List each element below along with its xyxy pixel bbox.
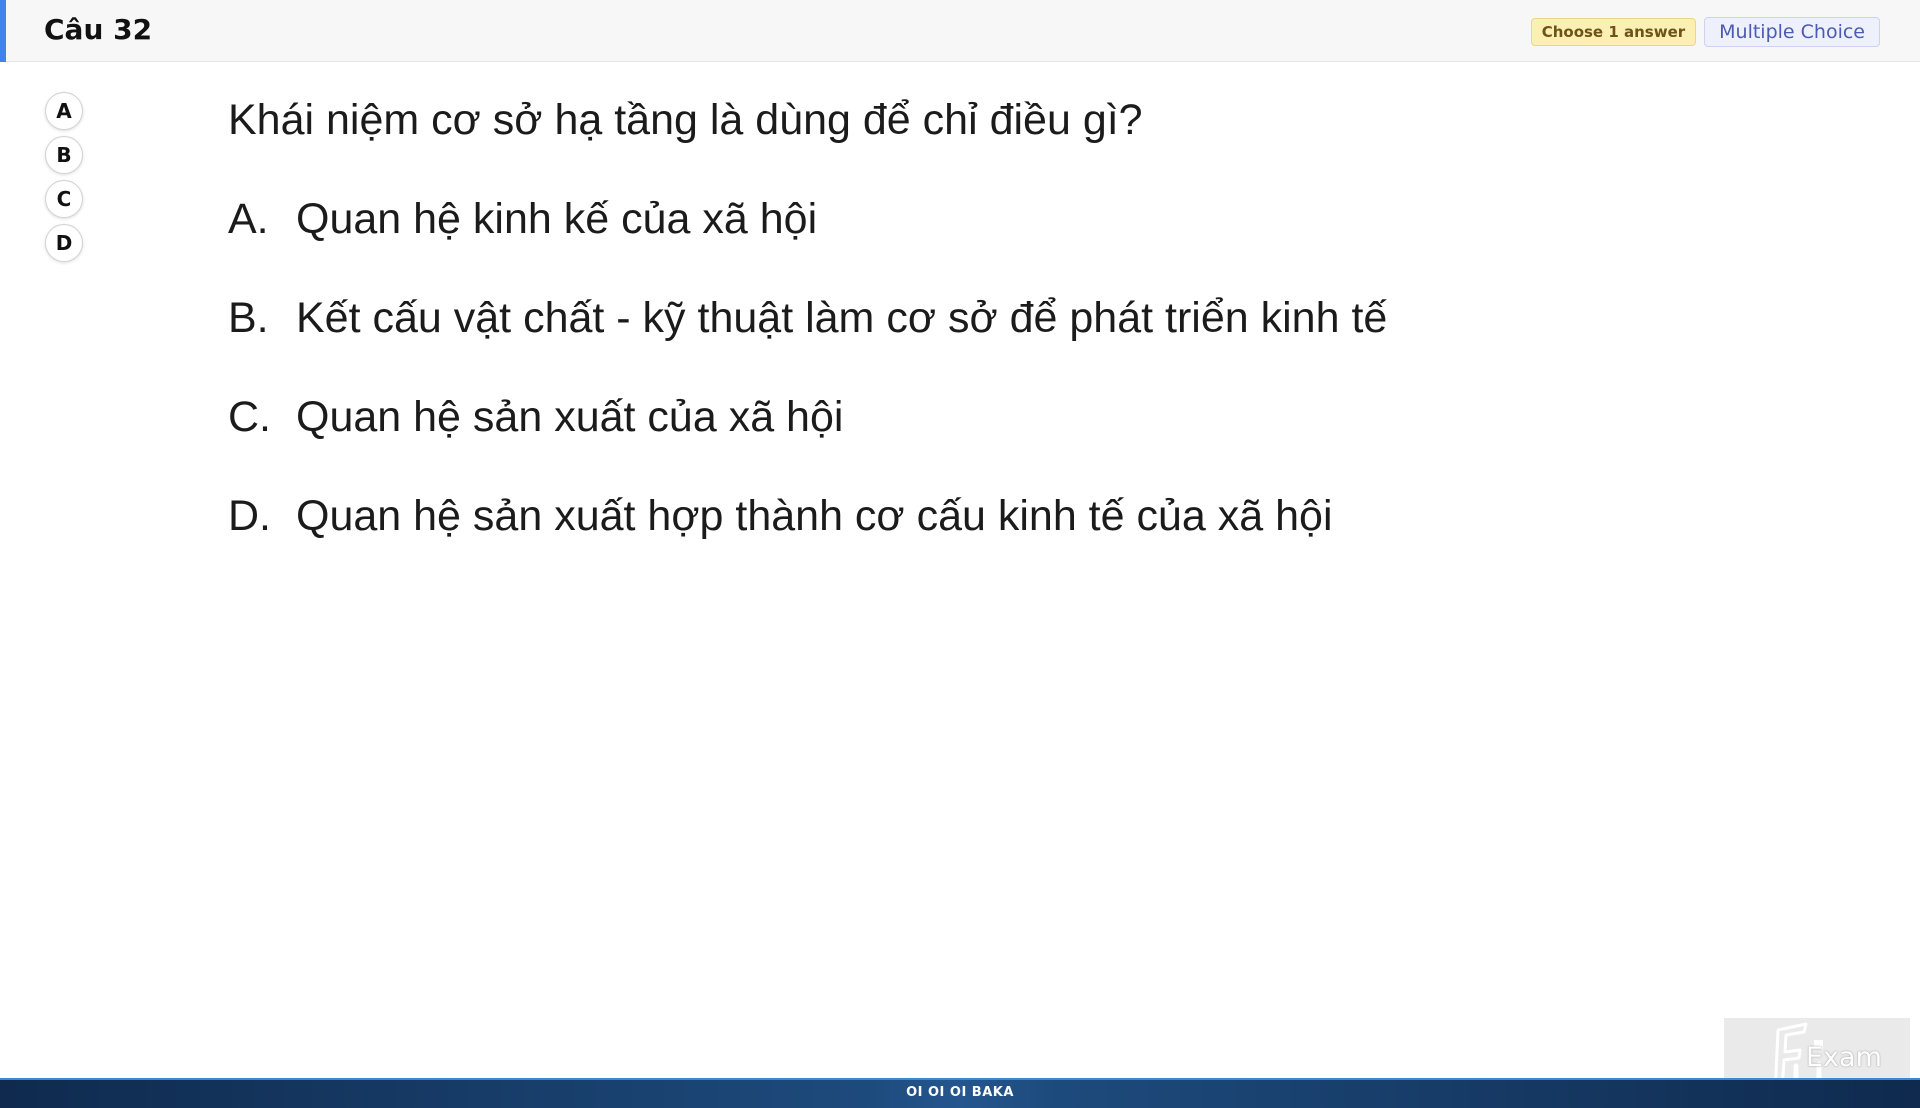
- choice-text: Quan hệ kinh kế của xã hội: [296, 195, 818, 243]
- choice-text: Kết cấu vật chất - kỹ thuật làm cơ sở để…: [296, 294, 1388, 342]
- header-accent-bar: [0, 0, 6, 62]
- footer-bar: OI OI OI BAKA: [0, 1078, 1920, 1108]
- logo-exam-text: Exam: [1806, 1042, 1882, 1073]
- choice-letter: A.: [228, 195, 269, 243]
- choose-count-badge: Choose 1 answer: [1530, 18, 1697, 46]
- question-choice-d: D. Quan hệ sản xuất hợp thành cơ cấu kinh…: [228, 488, 1528, 544]
- choice-text: Quan hệ sản xuất hợp thành cơ cấu kinh t…: [296, 492, 1333, 540]
- question-type-badge: Multiple Choice: [1704, 17, 1880, 47]
- answer-option-b[interactable]: B: [45, 136, 83, 174]
- question-stem: Khái niệm cơ sở hạ tầng là dùng để chỉ đ…: [228, 96, 1143, 144]
- question-choice-a: A. Quan hệ kinh kế của xã hội: [228, 191, 1528, 247]
- exam-page: Câu 32 Choose 1 answer Multiple Choice A…: [0, 0, 1920, 1108]
- question-header: Câu 32 Choose 1 answer Multiple Choice: [0, 0, 1920, 62]
- question-choice-c: C. Quan hệ sản xuất của xã hội: [228, 389, 1528, 445]
- choice-text: Quan hệ sản xuất của xã hội: [296, 393, 844, 441]
- answer-options: A B C D: [45, 92, 83, 262]
- choice-letter: B.: [228, 294, 269, 342]
- answer-option-a[interactable]: A: [45, 92, 83, 130]
- question-badges: Choose 1 answer Multiple Choice: [1530, 17, 1880, 47]
- answer-option-d[interactable]: D: [45, 224, 83, 262]
- question-number-title: Câu 32: [44, 13, 153, 46]
- answer-option-c[interactable]: C: [45, 180, 83, 218]
- footer-text: OI OI OI BAKA: [906, 1085, 1014, 1100]
- choice-letter: C.: [228, 393, 271, 441]
- question-choice-b: B. Kết cấu vật chất - kỹ thuật làm cơ sở …: [228, 290, 1528, 346]
- question-content-image: Khái niệm cơ sở hạ tầng là dùng để chỉ đ…: [228, 92, 1528, 587]
- choice-letter: D.: [228, 492, 271, 540]
